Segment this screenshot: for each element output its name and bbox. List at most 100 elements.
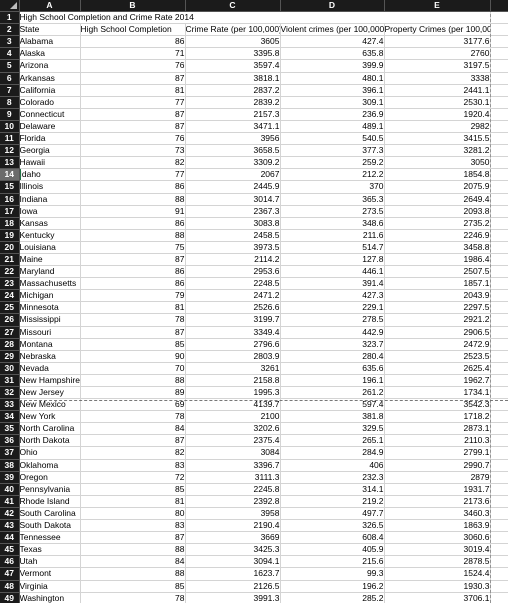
cell-value-c[interactable]: 3309.2	[185, 156, 281, 170]
cell-overflow[interactable]	[490, 567, 508, 581]
cell-value-e[interactable]: 2246.9	[384, 229, 491, 242]
table-row[interactable]: 14 Idaho 77 2067 212.2 1854.8	[0, 168, 508, 182]
row-header-17[interactable]: 17	[0, 205, 20, 218]
row-header-26[interactable]: 26	[0, 313, 20, 327]
cell-value-e[interactable]: 2110.3	[384, 434, 491, 448]
cell-value-e[interactable]: 2906.5	[384, 326, 491, 339]
cell-value-e[interactable]: 2878.5	[384, 555, 491, 569]
cell-value-d[interactable]: 489.1	[280, 120, 385, 134]
row-header-1[interactable]: 1	[0, 11, 20, 25]
cell-state[interactable]: Alaska	[19, 47, 81, 61]
cell-value-b[interactable]: 85	[80, 483, 186, 496]
table-row[interactable]: 17 Iowa 91 2367.3 273.5 2093.8	[0, 205, 508, 218]
cell-value-c[interactable]: 2375.4	[185, 434, 281, 448]
cell-value-e[interactable]: 2441.1	[384, 84, 491, 97]
cell-value-b[interactable]: 86	[80, 217, 186, 230]
cell-value-e[interactable]: 2173.6	[384, 495, 491, 508]
cell-state[interactable]: Tennessee	[19, 531, 81, 545]
cell-value-d[interactable]: 196.2	[280, 580, 385, 593]
row-header-2[interactable]: 2	[0, 23, 20, 37]
spreadsheet-grid[interactable]: ABCDE 1 High School Completion and Crime …	[0, 0, 508, 603]
row-header-21[interactable]: 21	[0, 253, 20, 267]
cell-value-d[interactable]: 635.8	[280, 47, 385, 61]
cell-value-b[interactable]: 89	[80, 386, 186, 400]
cell-value-c[interactable]: 3605	[185, 35, 281, 49]
cell-overflow[interactable]	[490, 156, 508, 170]
cell-value-d[interactable]: 99.3	[280, 567, 385, 581]
row-header-23[interactable]: 23	[0, 277, 20, 291]
cell-value-e[interactable]: 1718.2	[384, 410, 491, 424]
cell-value-d[interactable]: 314.1	[280, 483, 385, 496]
cell-value-b[interactable]: 87	[80, 72, 186, 85]
cell-value-c[interactable]: 3395.8	[185, 47, 281, 61]
cell-value-b[interactable]: 87	[80, 120, 186, 134]
cell-overflow[interactable]	[490, 507, 508, 521]
cell-state[interactable]: Montana	[19, 338, 81, 351]
cell-value-e[interactable]: 1524.4	[384, 567, 491, 581]
cell-value-e[interactable]: 1863.9	[384, 519, 491, 533]
cell-value-b[interactable]: 85	[80, 338, 186, 351]
cell-value-b[interactable]: 87	[80, 326, 186, 339]
row-header-48[interactable]: 48	[0, 580, 20, 593]
cell-value-e[interactable]: 2043.9	[384, 289, 491, 303]
cell-overflow[interactable]	[490, 459, 508, 472]
cell-value-d[interactable]: 261.2	[280, 386, 385, 400]
table-row[interactable]: 26 Mississippi 78 3199.7 278.5 2921.2	[0, 313, 508, 327]
cell-overflow[interactable]	[490, 434, 508, 448]
cell-overflow[interactable]	[490, 374, 508, 388]
column-header-e[interactable]: E	[384, 0, 491, 13]
table-row[interactable]: 35 North Carolina 84 3202.6 329.5 2873.1	[0, 422, 508, 436]
cell-value-b[interactable]: 87	[80, 434, 186, 448]
cell-value-c[interactable]: 3396.7	[185, 459, 281, 472]
cell-state[interactable]: Iowa	[19, 205, 81, 218]
title-cell-a1[interactable]: High School Completion and Crime Rate 20…	[19, 11, 384, 25]
table-row[interactable]: 1 High School Completion and Crime Rate 2…	[0, 11, 508, 25]
cell-value-e[interactable]: 2507.5	[384, 265, 491, 279]
cell-value-d[interactable]: 377.3	[280, 144, 385, 158]
cell-value-c[interactable]: 2157.3	[185, 108, 281, 121]
cell-state[interactable]: Alabama	[19, 35, 81, 49]
cell-state[interactable]: Illinois	[19, 180, 81, 194]
table-row[interactable]: 7 California 81 2837.2 396.1 2441.1	[0, 84, 508, 97]
cell-value-b[interactable]: 81	[80, 301, 186, 315]
cell-value-d[interactable]: 635.6	[280, 362, 385, 375]
cell-state[interactable]: Minnesota	[19, 301, 81, 315]
row-header-8[interactable]: 8	[0, 96, 20, 109]
cell-overflow[interactable]	[490, 386, 508, 400]
cell-value-b[interactable]: 71	[80, 47, 186, 61]
cell-value-b[interactable]: 87	[80, 531, 186, 545]
cell-value-e[interactable]: 2879	[384, 471, 491, 484]
cell-overflow[interactable]	[490, 446, 508, 460]
cell-state[interactable]: Nebraska	[19, 350, 81, 363]
table-row[interactable]: 34 New York 78 2100 381.8 1718.2	[0, 410, 508, 424]
table-row[interactable]: 5 Arizona 76 3597.4 399.9 3197.5	[0, 59, 508, 73]
table-row[interactable]: 25 Minnesota 81 2526.6 229.1 2297.5	[0, 301, 508, 315]
cell-value-c[interactable]: 3202.6	[185, 422, 281, 436]
table-row[interactable]: 38 Oklahoma 83 3396.7 406 2990.7	[0, 459, 508, 472]
cell-value-b[interactable]: 87	[80, 108, 186, 121]
table-row[interactable]: 22 Maryland 86 2953.6 446.1 2507.5	[0, 265, 508, 279]
row-header-3[interactable]: 3	[0, 35, 20, 49]
cell-value-b[interactable]: 86	[80, 180, 186, 194]
cell-state[interactable]: Michigan	[19, 289, 81, 303]
cell-value-c[interactable]: 3111.3	[185, 471, 281, 484]
row-header-5[interactable]: 5	[0, 59, 20, 73]
cell-value-b[interactable]: 81	[80, 495, 186, 508]
cell-overflow[interactable]	[490, 168, 508, 182]
cell-value-d[interactable]: 329.5	[280, 422, 385, 436]
cell-state[interactable]: Ohio	[19, 446, 81, 460]
column-header-d[interactable]: D	[280, 0, 385, 13]
cell-state[interactable]: Connecticut	[19, 108, 81, 121]
cell-state[interactable]: Pennsylvania	[19, 483, 81, 496]
cell-value-d[interactable]: 265.1	[280, 434, 385, 448]
cell-overflow[interactable]	[490, 350, 508, 363]
cell-value-e[interactable]: 2990.7	[384, 459, 491, 472]
cell-value-e[interactable]: 1962.7	[384, 374, 491, 388]
table-row[interactable]: 18 Kansas 86 3083.8 348.6 2735.2	[0, 217, 508, 230]
cell-value-c[interactable]: 3658.5	[185, 144, 281, 158]
table-row[interactable]: 49 Washington 78 3991.3 285.2 3706.1	[0, 592, 508, 603]
row-header-24[interactable]: 24	[0, 289, 20, 303]
cell-state[interactable]: Maryland	[19, 265, 81, 279]
row-header-35[interactable]: 35	[0, 422, 20, 436]
cell-state[interactable]: California	[19, 84, 81, 97]
